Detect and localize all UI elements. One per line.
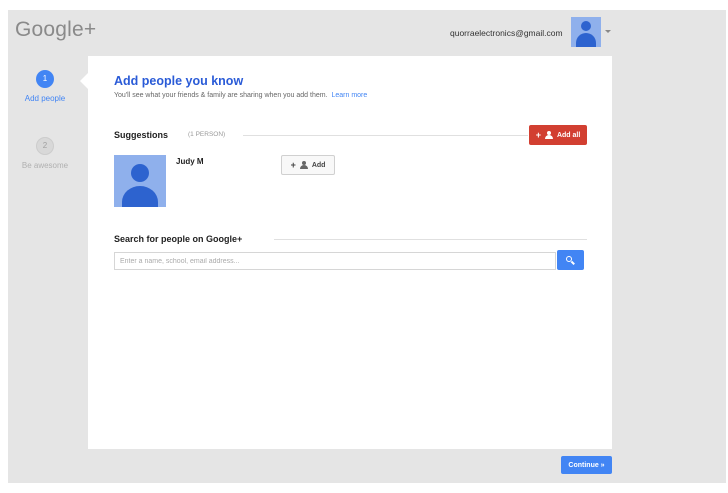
page-subtitle: You'll see what your friends & family ar… (114, 92, 367, 99)
add-person-icon (299, 161, 309, 169)
divider (274, 239, 587, 240)
add-all-button[interactable]: + Add all (529, 125, 587, 145)
add-person-icon (544, 131, 554, 139)
suggested-person-name[interactable]: Judy M (176, 157, 204, 166)
search-heading: Search for people on Google+ (114, 234, 243, 244)
add-label: Add (311, 161, 326, 169)
add-all-label: Add all (556, 131, 581, 139)
step-label: Be awesome (21, 161, 69, 170)
step-number: 2 (36, 137, 54, 155)
step-number: 1 (36, 70, 54, 88)
suggestions-heading: Suggestions (114, 130, 169, 140)
add-person-button[interactable]: + Add (281, 155, 335, 175)
plus-icon: + (535, 130, 541, 140)
learn-more-link[interactable]: Learn more (331, 92, 367, 99)
continue-button[interactable]: Continue » (561, 456, 612, 474)
suggestions-count: (1 PERSON) (188, 131, 226, 138)
plus-icon: + (290, 160, 296, 170)
step-label: Add people (24, 94, 66, 103)
subtitle-text: You'll see what your friends & family ar… (114, 92, 328, 99)
step-be-awesome[interactable]: 2 Be awesome (18, 137, 72, 170)
divider (243, 135, 528, 136)
search-input[interactable] (114, 252, 556, 270)
search-icon (566, 255, 575, 265)
avatar[interactable] (114, 155, 166, 207)
panel-pointer (80, 73, 88, 89)
page-title: Add people you know (114, 74, 244, 88)
account-avatar-icon[interactable] (571, 17, 601, 47)
chevron-down-icon[interactable] (605, 30, 611, 33)
google-plus-logo[interactable]: Google+ (15, 18, 96, 42)
step-add-people[interactable]: 1 Add people (22, 70, 68, 103)
account-email[interactable]: quorraelectronics@gmail.com (450, 28, 563, 38)
main-panel: Add people you know You'll see what your… (88, 56, 612, 449)
search-button[interactable] (557, 250, 584, 270)
